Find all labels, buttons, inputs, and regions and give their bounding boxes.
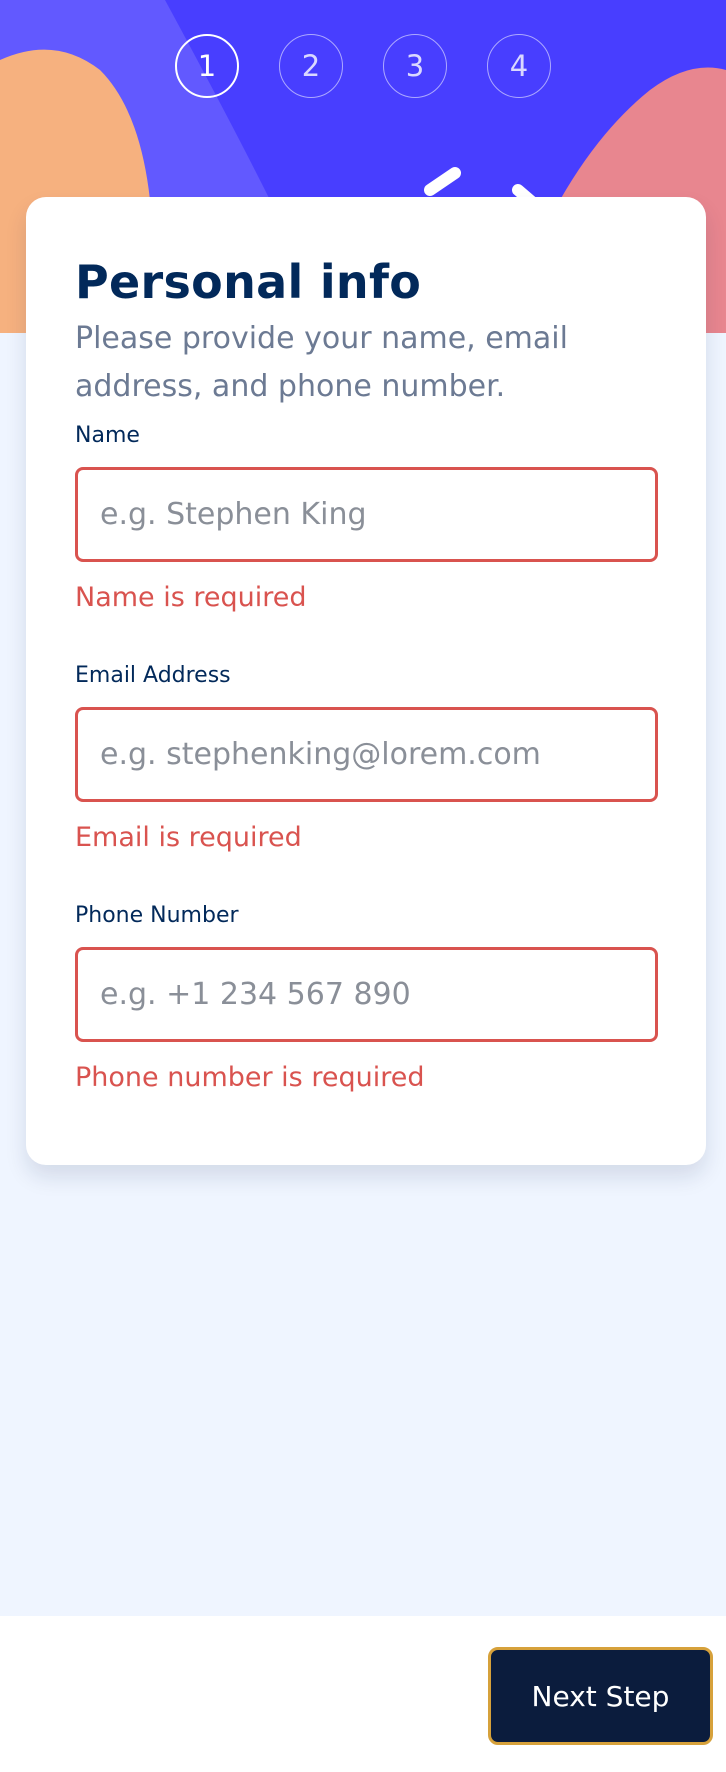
step-2[interactable]: 2	[279, 34, 343, 98]
email-label: Email Address	[75, 663, 231, 688]
email-field-group: Email Address Email is required	[75, 661, 658, 856]
step-1[interactable]: 1	[175, 34, 239, 98]
phone-label: Phone Number	[75, 903, 239, 928]
email-input[interactable]	[75, 707, 658, 802]
email-error-message: Email is required	[75, 822, 302, 853]
phone-field-group: Phone Number Phone number is required	[75, 901, 658, 1096]
phone-input[interactable]	[75, 947, 658, 1042]
step-indicator: 1 2 3 4	[0, 34, 726, 98]
page-title: Personal info	[75, 255, 422, 309]
name-field-group: Name Name is required	[75, 421, 658, 616]
next-step-button[interactable]: Next Step	[488, 1647, 713, 1745]
step-3[interactable]: 3	[383, 34, 447, 98]
phone-error-message: Phone number is required	[75, 1062, 425, 1093]
personal-info-card: Personal info Please provide your name, …	[26, 197, 706, 1165]
step-4[interactable]: 4	[487, 34, 551, 98]
name-label: Name	[75, 423, 140, 448]
name-error-message: Name is required	[75, 582, 307, 613]
page-subtitle: Please provide your name, email address,…	[75, 321, 568, 404]
name-input[interactable]	[75, 467, 658, 562]
footer-bar: Next Step	[0, 1616, 726, 1772]
